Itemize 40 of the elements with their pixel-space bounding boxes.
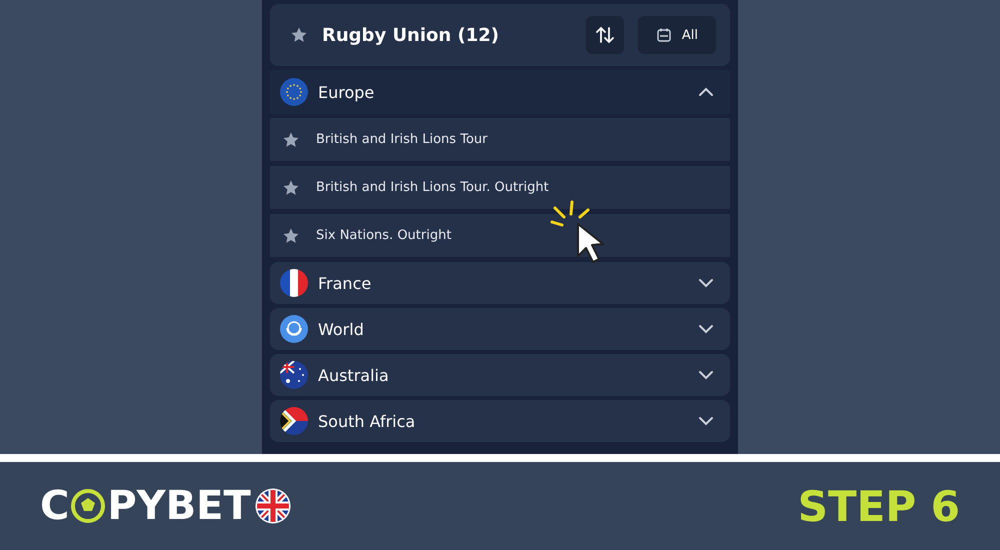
sport-title: Rugby Union (12) (322, 24, 500, 46)
south-africa-flag-icon (280, 407, 308, 435)
region-name: World (318, 320, 365, 338)
region-row[interactable]: World (270, 308, 730, 350)
chevron-up-icon[interactable] (698, 87, 714, 97)
league-name: Six Nations. Outright (316, 228, 452, 243)
star-icon[interactable] (282, 226, 300, 244)
sort-icon (594, 25, 615, 45)
globe-icon (280, 315, 308, 343)
chevron-down-icon[interactable] (698, 324, 714, 334)
france-flag-icon (280, 269, 308, 297)
logo-text: C (40, 483, 70, 529)
league-name: British and Irish Lions Tour. Outright (316, 180, 549, 195)
region-name: Australia (318, 366, 390, 384)
star-icon[interactable] (290, 26, 308, 44)
soccer-ball-icon (71, 489, 106, 523)
date-filter-button[interactable]: All (638, 16, 716, 54)
australia-flag-icon (280, 361, 308, 389)
uk-flag-icon (254, 488, 291, 524)
step-label: STEP 6 (798, 482, 960, 530)
region-row[interactable]: Australia (270, 354, 730, 396)
region-row[interactable]: Europe (270, 70, 730, 114)
logo-text: PYBET (107, 483, 251, 529)
league-row[interactable]: British and Irish Lions Tour (270, 118, 730, 162)
chevron-down-icon[interactable] (698, 278, 714, 288)
region-name: Europe (318, 82, 376, 102)
region-name: South Africa (318, 412, 416, 430)
eu-flag-icon (280, 78, 308, 106)
chevron-down-icon[interactable] (698, 416, 714, 426)
star-icon[interactable] (282, 178, 300, 196)
league-name: British and Irish Lions Tour (316, 132, 488, 147)
sort-button[interactable] (586, 16, 624, 54)
league-row[interactable]: Six Nations. Outright (270, 214, 730, 258)
star-icon[interactable] (282, 130, 300, 148)
region-row[interactable]: South Africa (270, 400, 730, 442)
league-row[interactable]: British and Irish Lions Tour. Outright (270, 166, 730, 210)
chevron-down-icon[interactable] (698, 370, 714, 380)
region-name: France (318, 274, 372, 292)
calendar-icon (656, 27, 672, 43)
region-row[interactable]: France (270, 262, 730, 304)
